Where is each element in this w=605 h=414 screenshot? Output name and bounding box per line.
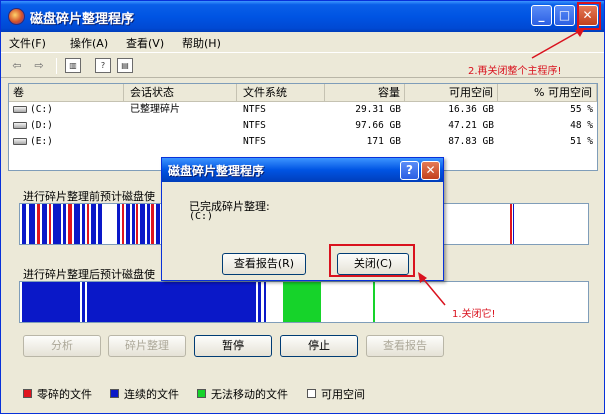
pause-button[interactable]: 暂停 [194, 335, 272, 357]
close-dialog-highlight [329, 244, 415, 277]
map-segment [132, 204, 135, 244]
cell-volume: (D:) [30, 120, 53, 131]
analyze-button[interactable]: 分析 [23, 335, 101, 357]
map-segment [63, 204, 66, 244]
map-segment [37, 204, 40, 244]
legend-swatch-contiguous [110, 389, 119, 398]
dialog-help-button[interactable]: ? [400, 161, 419, 180]
legend-swatch-fragmented [23, 389, 32, 398]
map-segment [82, 204, 85, 244]
map-segment [74, 204, 80, 244]
hard-drive-icon [13, 138, 27, 145]
menu-file[interactable]: 文件(F) [9, 35, 46, 51]
map-segment [264, 282, 266, 322]
map-segment [82, 282, 85, 322]
cell-status: 已整理碎片 [130, 104, 180, 115]
dialog-title-bar[interactable]: 磁盘碎片整理程序 ? ✕ [162, 158, 443, 182]
hard-drive-icon [13, 106, 27, 113]
cell-filesystem: NTFS [243, 136, 266, 147]
map-segment [140, 204, 145, 244]
close-window-highlight [577, 2, 601, 30]
toolbar-separator [56, 58, 57, 74]
map-segment [373, 282, 375, 322]
legend-swatch-unmovable [197, 389, 206, 398]
cell-filesystem: NTFS [243, 120, 266, 131]
cell-capacity: 171 GB [366, 136, 401, 147]
cell-free: 47.21 GB [448, 120, 494, 131]
forward-arrow-icon[interactable]: ⇨ [31, 58, 47, 73]
title-bar[interactable]: 磁盘碎片整理程序 _ □ ✕ [1, 1, 604, 32]
help-icon[interactable]: ? [95, 58, 111, 73]
cell-free: 87.83 GB [448, 136, 494, 147]
minimize-button[interactable]: _ [531, 5, 552, 26]
dialog-volume: (C:) [189, 211, 214, 222]
legend-contiguous: 连续的文件 [124, 388, 179, 401]
col-header-volume[interactable]: 卷 [9, 84, 124, 102]
menu-bar: 文件(F) 操作(A) 查看(V) 帮助(H) [1, 32, 604, 52]
menu-view[interactable]: 查看(V) [126, 35, 164, 51]
map-segment [147, 204, 150, 244]
col-header-filesystem[interactable]: 文件系统 [237, 84, 325, 102]
dialog-close-icon[interactable]: ✕ [421, 161, 440, 180]
map-segment [510, 204, 512, 244]
view-report-button[interactable]: 查看报告 [366, 335, 444, 357]
maximize-button[interactable]: □ [554, 5, 575, 26]
map-segment [136, 204, 138, 244]
map-segment [156, 204, 160, 244]
annotation-close-program: 2.再关闭整个主程序! [468, 66, 562, 77]
map-segment [283, 282, 321, 322]
dialog-title: 磁盘碎片整理程序 [168, 164, 265, 178]
col-header-capacity[interactable]: 容量 [325, 84, 405, 102]
map-segment [87, 204, 89, 244]
legend-swatch-free [307, 389, 316, 398]
hard-drive-icon [13, 122, 27, 129]
col-header-free[interactable]: 可用空间 [405, 84, 498, 102]
map-segment [68, 204, 72, 244]
map-segment [91, 204, 96, 244]
map-segment [116, 282, 256, 322]
before-defrag-label: 进行碎片整理前预计磁盘使 [23, 190, 155, 203]
cell-free: 16.36 GB [448, 104, 494, 115]
properties-icon[interactable]: ▥ [65, 58, 81, 73]
window-title: 磁盘碎片整理程序 [30, 12, 135, 27]
after-defrag-label: 进行碎片整理后预计磁盘使 [23, 268, 155, 281]
defrag-app-icon [8, 8, 25, 25]
legend-free: 可用空间 [321, 388, 365, 401]
map-segment [513, 204, 514, 244]
cell-volume: (E:) [30, 136, 53, 147]
menu-action[interactable]: 操作(A) [70, 35, 108, 51]
console-icon[interactable]: ▤ [117, 58, 133, 73]
dialog-view-report-button[interactable]: 查看报告(R) [222, 253, 306, 275]
map-segment [117, 204, 120, 244]
cell-free-pct: 48 % [570, 120, 593, 131]
map-segment [53, 204, 61, 244]
col-header-status[interactable]: 会话状态 [124, 84, 237, 102]
cell-capacity: 29.31 GB [355, 104, 401, 115]
cell-free-pct: 55 % [570, 104, 593, 115]
cell-capacity: 97.66 GB [355, 120, 401, 131]
after-defrag-map [19, 281, 589, 323]
map-segment [126, 204, 130, 244]
map-segment [98, 204, 102, 244]
legend-fragmented: 零碎的文件 [37, 388, 92, 401]
defragment-button[interactable]: 碎片整理 [108, 335, 186, 357]
cell-free-pct: 51 % [570, 136, 593, 147]
map-segment [122, 204, 124, 244]
cell-volume: (C:) [30, 104, 53, 115]
annotation-close-dialog: 1.关闭它! [452, 309, 496, 320]
col-header-free-pct[interactable]: % 可用空间 [498, 84, 597, 102]
back-arrow-icon[interactable]: ⇦ [9, 58, 25, 73]
menu-help[interactable]: 帮助(H) [182, 35, 221, 51]
map-segment [29, 204, 35, 244]
map-segment [151, 204, 154, 244]
map-segment [22, 282, 80, 322]
cell-filesystem: NTFS [243, 104, 266, 115]
stop-button[interactable]: 停止 [280, 335, 358, 357]
legend-unmovable: 无法移动的文件 [211, 388, 288, 401]
map-segment [42, 204, 47, 244]
map-segment [258, 282, 261, 322]
map-segment [22, 204, 26, 244]
map-segment [49, 204, 51, 244]
